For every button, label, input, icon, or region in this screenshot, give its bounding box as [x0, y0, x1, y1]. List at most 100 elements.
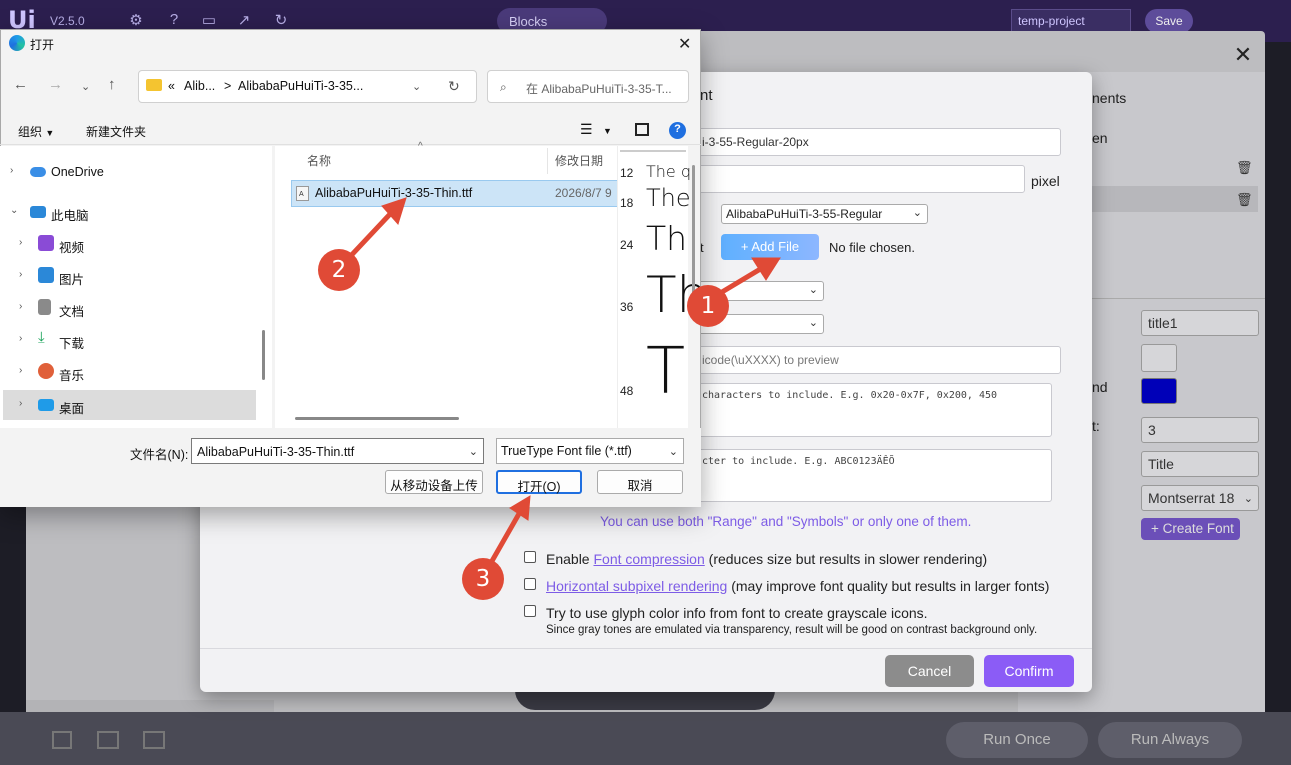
option-prefix: Enable: [546, 551, 594, 567]
caret-down-icon[interactable]: ▼: [603, 126, 612, 136]
nav-item-music[interactable]: › 音乐: [0, 357, 260, 387]
preview-size-36: 36: [620, 300, 634, 314]
close-icon[interactable]: ✕: [678, 34, 691, 54]
nav-item-label: 图片: [59, 273, 85, 287]
spacing-input[interactable]: 3: [1141, 417, 1259, 443]
preview-input[interactable]: icode(\uXXXX) to preview: [693, 346, 1061, 374]
symbols-textarea[interactable]: cter to include. E.g. ABC0123ÄÊÕ: [693, 449, 1052, 502]
add-file-button[interactable]: + Add File: [721, 234, 819, 260]
recent-locations-chevron-icon[interactable]: ⌄: [81, 80, 90, 93]
refresh-icon[interactable]: ↻: [448, 78, 460, 95]
spacing-label: t:: [1092, 418, 1100, 434]
open-button[interactable]: 打开(O): [496, 470, 582, 494]
filename-input[interactable]: AlibabaPuHuiTi-3-35-Thin.ttf ⌄: [191, 438, 484, 464]
font-compression-link[interactable]: Font compression: [593, 551, 704, 567]
nav-item-desktop[interactable]: › 桌面: [3, 390, 256, 420]
settings-icon[interactable]: ⚙: [125, 11, 147, 31]
column-header-name[interactable]: 名称: [307, 152, 331, 169]
chevron-down-icon[interactable]: ⌄: [469, 445, 478, 458]
font-name-input[interactable]: i-3-55-Regular-20px: [693, 128, 1061, 156]
preview-sample-24: Th: [646, 219, 688, 258]
subpixel-checkbox[interactable]: [524, 578, 536, 590]
upload-from-mobile-button[interactable]: 从移动设备上传: [385, 470, 483, 494]
create-font-button[interactable]: + Create Font: [1141, 518, 1240, 540]
font-compression-checkbox[interactable]: [524, 551, 536, 563]
nav-item-onedrive[interactable]: › OneDrive: [0, 157, 260, 187]
nav-item-this-pc[interactable]: ⌄ 此电脑: [0, 197, 260, 227]
trash-icon[interactable]: 🗑: [1236, 192, 1253, 208]
add-file-label: Add File: [751, 239, 800, 254]
name-input[interactable]: title1: [1141, 310, 1259, 336]
help-icon[interactable]: ?: [669, 122, 686, 139]
chevron-right-icon: ›: [19, 301, 23, 312]
folder-icon[interactable]: ▭: [198, 11, 220, 31]
create-font-label: Create Font: [1162, 521, 1234, 536]
nav-item-pictures[interactable]: › 图片: [0, 261, 260, 291]
document-icon: [38, 299, 51, 315]
preview-rule: [620, 150, 686, 152]
computer-icon: [30, 206, 46, 218]
run-always-button[interactable]: Run Always: [1098, 722, 1242, 758]
address-crumb-1[interactable]: Alib...: [184, 79, 215, 93]
back-arrow-icon[interactable]: ←: [13, 76, 28, 93]
font-source-select[interactable]: AlibabaPuHuiTi-3-55-Regular ⌄: [721, 204, 928, 224]
color-swatch-background[interactable]: [1141, 378, 1177, 404]
nav-item-documents[interactable]: › 文档: [0, 293, 260, 323]
refresh-icon[interactable]: ↻: [270, 11, 292, 31]
components-label: nents: [1092, 90, 1127, 106]
confirm-button[interactable]: Confirm: [984, 655, 1074, 687]
size-unit-label: pixel: [1031, 173, 1060, 189]
help-icon[interactable]: ?: [163, 11, 185, 31]
video-icon: [38, 235, 54, 251]
preview-pane-icon[interactable]: [635, 123, 649, 136]
nav-item-label: 文档: [59, 305, 85, 319]
download-icon: ⤓: [38, 329, 45, 346]
export-icon[interactable]: ↗: [233, 11, 255, 31]
address-dropdown-icon[interactable]: ⌄: [412, 80, 421, 93]
nav-item-videos[interactable]: › 视频: [0, 229, 260, 259]
music-icon: [38, 363, 54, 379]
address-crumb-2[interactable]: AlibabaPuHuiTi-3-35...: [238, 79, 363, 93]
up-arrow-icon[interactable]: ↑: [108, 76, 116, 93]
subpixel-link[interactable]: Horizontal subpixel rendering: [546, 578, 727, 594]
nav-item-downloads[interactable]: › ⤓ 下载: [0, 325, 260, 355]
filetype-value: TrueType Font file (*.ttf): [501, 444, 632, 458]
organize-menu[interactable]: 组织 ▼: [18, 123, 54, 140]
filetype-select[interactable]: TrueType Font file (*.ttf) ⌄: [496, 438, 684, 464]
file-date: 2026/8/7 9: [555, 186, 612, 200]
image-icon[interactable]: [52, 731, 72, 749]
caret-down-icon: ▼: [45, 128, 55, 138]
file-list-scrollbar[interactable]: [295, 417, 459, 420]
new-folder-button[interactable]: 新建文件夹: [86, 123, 146, 140]
view-list-icon[interactable]: ☰: [580, 121, 593, 138]
gallery-icon[interactable]: [143, 731, 165, 749]
sort-ascending-icon: ^: [418, 141, 423, 152]
step-badge-1: 1: [687, 285, 729, 327]
range-textarea[interactable]: characters to include. E.g. 0x20-0x7F, 0…: [693, 383, 1052, 437]
column-header-date[interactable]: 修改日期: [555, 152, 603, 169]
cancel-button[interactable]: 取消: [597, 470, 683, 494]
selected-row[interactable]: [1092, 186, 1258, 212]
grayscale-checkbox[interactable]: [524, 605, 536, 617]
save-button[interactable]: Save: [1145, 9, 1193, 33]
preview-size-18: 18: [620, 196, 634, 210]
search-input[interactable]: 在 AlibabaPuHuiTi-3-35-T...: [487, 70, 689, 103]
forward-arrow-icon[interactable]: →: [48, 76, 63, 93]
chevron-down-icon: ⌄: [912, 207, 922, 219]
run-once-button[interactable]: Run Once: [946, 722, 1088, 758]
plus-icon: +: [1151, 521, 1163, 536]
font-select[interactable]: Montserrat 18 ⌄: [1141, 485, 1259, 511]
chevron-right-icon: ›: [19, 333, 23, 344]
color-swatch-text[interactable]: [1141, 344, 1177, 372]
nav-scrollbar[interactable]: [262, 330, 265, 380]
close-icon[interactable]: ✕: [1230, 42, 1256, 68]
font-size-input[interactable]: [693, 165, 1025, 193]
upload-icon[interactable]: [97, 731, 119, 749]
text-input[interactable]: Title: [1141, 451, 1259, 477]
nav-item-label: 此电脑: [51, 209, 89, 223]
font-file-icon: A: [296, 186, 309, 201]
trash-icon[interactable]: 🗑: [1236, 160, 1253, 176]
range-symbols-hint: You can use both "Range" and "Symbols" o…: [600, 514, 972, 529]
cancel-button[interactable]: Cancel: [885, 655, 974, 687]
project-name-input[interactable]: temp-project: [1011, 9, 1131, 33]
